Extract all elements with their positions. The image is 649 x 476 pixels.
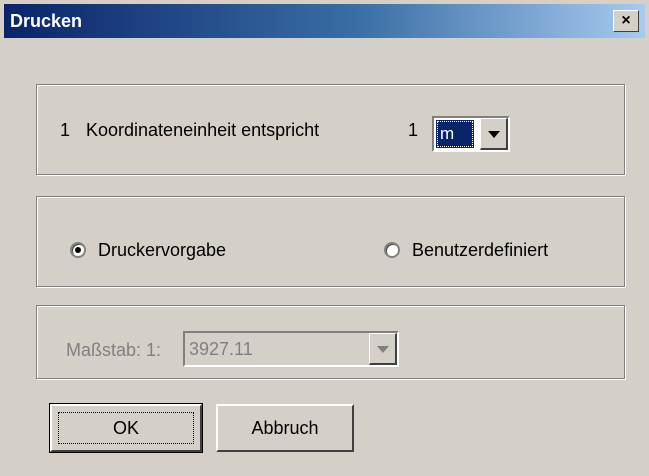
ok-button[interactable]: OK [49, 403, 203, 453]
radio-benutzerdefiniert-label[interactable]: Benutzerdefiniert [412, 240, 548, 261]
close-button[interactable]: × [613, 10, 639, 32]
scale-label: Maßstab: 1: [66, 340, 162, 360]
window-title: Drucken [10, 11, 83, 31]
chevron-down-icon [377, 346, 389, 353]
scale-value: 3927.11 [189, 339, 253, 359]
unit-select[interactable]: m [432, 116, 510, 152]
cancel-button[interactable]: Abbruch [216, 404, 354, 452]
scale-combobox: 3927.11 [183, 331, 399, 367]
radio-druckervorgabe[interactable] [70, 242, 86, 258]
unit-select-button[interactable] [480, 118, 508, 150]
radio-druckervorgabe-label[interactable]: Druckervorgabe [98, 240, 226, 261]
radio-benutzerdefiniert[interactable] [384, 242, 400, 258]
ok-button-label: OK [112, 417, 139, 438]
unit-label: Koordinateneinheit entspricht [86, 120, 320, 140]
unit-select-value: m [436, 120, 474, 148]
close-icon: × [621, 12, 631, 29]
unit-right-number: 1 [408, 120, 419, 140]
title-bar[interactable]: Drucken × [4, 4, 645, 38]
radio-selected-dot [75, 247, 81, 253]
chevron-down-icon [488, 131, 500, 138]
scale-combobox-button [369, 333, 397, 365]
cancel-button-label: Abbruch [251, 417, 319, 438]
unit-left-number: 1 [60, 120, 71, 140]
print-dialog: Drucken × 1 Koordinateneinheit entsprich… [0, 0, 649, 476]
